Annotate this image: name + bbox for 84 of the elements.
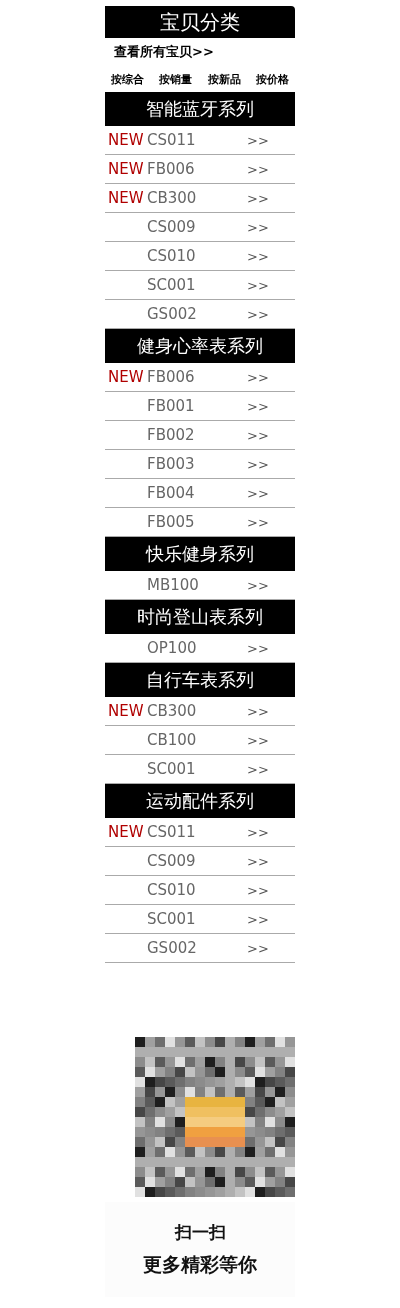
category-row[interactable]: FB002 >> [105,421,295,450]
panel-title: 宝贝分类 [105,6,295,38]
category-row[interactable]: NEW CB300 >> [105,184,295,213]
arrow-text: >> [247,248,269,264]
category-row[interactable]: NEW CB300 >> [105,697,295,726]
category-row[interactable]: GS002 >> [105,934,295,963]
item-code: CB300 [147,702,198,720]
item-code: FB001 [147,397,196,415]
scan-caption: 更多精彩等你 [143,1252,257,1277]
category-row[interactable]: CS010 >> [105,876,295,905]
section-header: 健身心率表系列 [105,329,295,363]
category-row[interactable]: NEW FB006 >> [105,363,295,392]
item-code: FB003 [147,455,196,473]
item-code: CS010 [147,881,197,899]
arrow-text: >> [247,640,269,656]
sort-link[interactable]: 按新品 [207,71,241,87]
arrow-text: >> [247,306,269,322]
item-code: GS002 [147,305,198,323]
item-code: CS009 [147,852,197,870]
item-code: MB100 [147,576,200,594]
sort-link[interactable]: 按综合 [111,71,144,87]
item-code: CS011 [147,131,197,149]
arrow-text: >> [247,485,269,501]
item-code: OP100 [147,639,198,657]
arrow-text: >> [247,940,269,956]
category-row[interactable]: CB100 >> [105,726,295,755]
sort-link[interactable]: 按价格 [256,71,289,87]
category-row[interactable]: FB003 >> [105,450,295,479]
item-code: FB004 [147,484,196,502]
arrow-text: >> [247,398,269,414]
item-code: SC001 [147,910,197,928]
item-code: CS011 [147,823,197,841]
item-code: CS010 [147,247,197,265]
section-header: 自行车表系列 [105,663,295,697]
arrow-text: >> [247,882,269,898]
item-code: CB300 [147,189,198,207]
new-label: NEW [107,131,145,149]
arrow-text: >> [247,703,269,719]
category-row[interactable]: FB004 >> [105,479,295,508]
sort-link[interactable]: 按销量 [159,71,193,87]
view-all-link[interactable]: 查看所有宝贝>> [114,43,214,61]
new-label: NEW [107,823,145,841]
scan-caption: 扫一扫 [174,1221,226,1244]
arrow-text: >> [247,132,269,148]
new-label: NEW [107,368,145,386]
item-code: CS009 [147,218,197,236]
arrow-text: >> [247,514,269,530]
new-label: NEW [107,189,145,207]
category-row[interactable]: SC001 >> [105,905,295,934]
category-row[interactable]: CS010 >> [105,242,295,271]
new-label: NEW [107,702,145,720]
category-row[interactable]: NEW CS011 >> [105,818,295,847]
item-code: GS002 [147,939,198,957]
section-header: 时尚登山表系列 [105,600,295,634]
item-code: FB005 [147,513,196,531]
arrow-text: >> [247,277,269,293]
category-row[interactable]: CS009 >> [105,213,295,242]
arrow-text: >> [247,219,269,235]
section-header: 智能蓝牙系列 [105,92,295,126]
section-header: 运动配件系列 [105,784,295,818]
section-header: 快乐健身系列 [105,537,295,571]
category-row[interactable]: FB001 >> [105,392,295,421]
arrow-text: >> [247,761,269,777]
item-code: CB100 [147,731,198,749]
arrow-text: >> [247,190,269,206]
arrow-text: >> [247,369,269,385]
arrow-text: >> [247,911,269,927]
item-code: FB006 [147,368,196,386]
category-row[interactable]: NEW CS011 >> [105,126,295,155]
arrow-text: >> [247,732,269,748]
category-row[interactable]: CS009 >> [105,847,295,876]
item-code: SC001 [147,760,197,778]
arrow-text: >> [247,427,269,443]
new-label: NEW [107,160,145,178]
category-row[interactable]: SC001 >> [105,271,295,300]
arrow-text: >> [247,456,269,472]
item-code: FB006 [147,160,196,178]
arrow-text: >> [247,824,269,840]
item-code: FB002 [147,426,196,444]
item-code: SC001 [147,276,197,294]
arrow-text: >> [247,161,269,177]
arrow-text: >> [247,577,269,593]
category-row[interactable]: NEW FB006 >> [105,155,295,184]
arrow-text: >> [247,853,269,869]
